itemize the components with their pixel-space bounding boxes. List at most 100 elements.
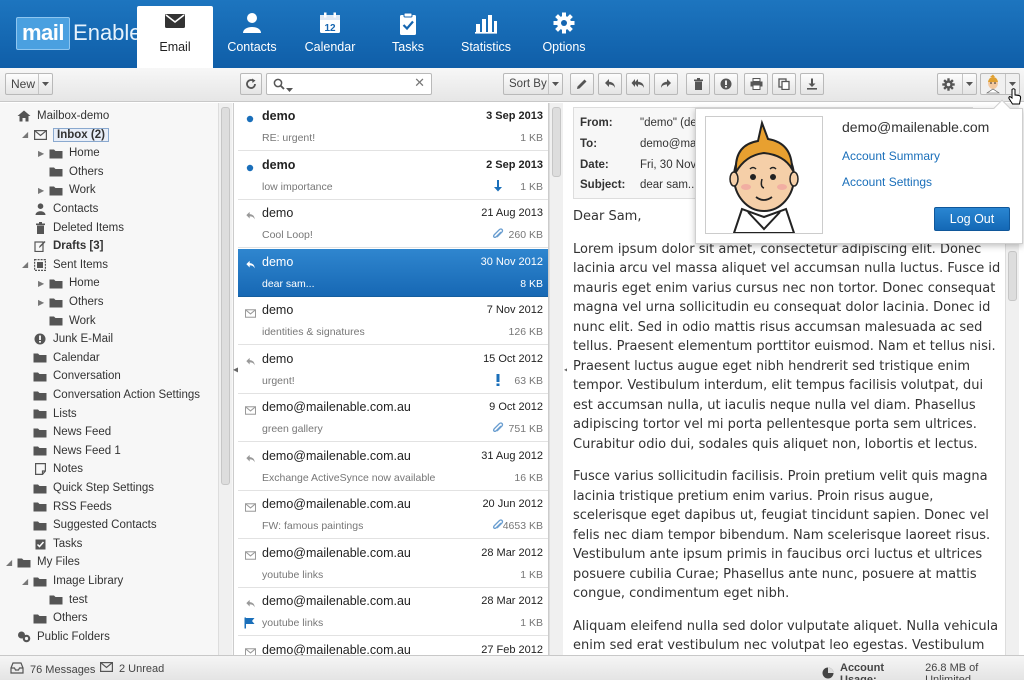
tree-collapsed-icon[interactable]: ▶	[38, 149, 48, 158]
folder-item[interactable]: Suggested Contacts	[22, 516, 157, 534]
message-row[interactable]: demo@mailenable.com.au 31 Aug 2012 Exchang…	[238, 443, 548, 491]
folder-item[interactable]: Drafts [3]	[22, 237, 103, 255]
folder-item[interactable]: Deleted Items	[22, 219, 124, 237]
message-row[interactable]: demo@mailenable.com.au 20 Jun 2012 FW: fam…	[238, 491, 548, 539]
message-row[interactable]: demo@mailenable.com.au 9 Oct 2012 green ga…	[238, 394, 548, 442]
reply-all-button[interactable]	[626, 73, 650, 95]
folder-scrollbar[interactable]	[218, 103, 232, 655]
to-value[interactable]: demo@mai	[640, 138, 699, 156]
settings-dropdown-icon[interactable]	[962, 74, 976, 94]
folder-item[interactable]: Junk E-Mail	[22, 330, 113, 348]
folder-item[interactable]: Conversation Action Settings	[22, 386, 200, 404]
copy-button[interactable]	[772, 73, 796, 95]
folder-item[interactable]: ◢ My Files	[6, 553, 80, 571]
tab-email[interactable]: Email	[137, 6, 213, 68]
folder-item[interactable]: ▶ Work	[38, 181, 96, 199]
paperclip-icon	[491, 518, 505, 532]
folder-item[interactable]: RSS Feeds	[22, 498, 112, 516]
folder-item-label: Contacts	[53, 203, 99, 215]
folder-item[interactable]: Mailbox-demo	[6, 107, 109, 125]
tab-statistics[interactable]: Statistics	[448, 6, 524, 68]
tab-tasks-label: Tasks	[392, 40, 424, 54]
message-row[interactable]: demo 7 Nov 2012 identities & signatures 126…	[238, 297, 548, 345]
message-list-scrollbar-thumb[interactable]	[552, 107, 561, 177]
folder-item[interactable]: Calendar	[22, 349, 100, 367]
folder-item[interactable]: ◢ Sent Items	[22, 256, 108, 274]
message-from: demo@mailenable.com.au	[262, 594, 411, 608]
message-paragraph-2: Fusce varius sollicitudin facilisis. Pro…	[573, 469, 991, 601]
folder-item[interactable]: Contacts	[22, 200, 98, 218]
reading-pane-scrollbar-thumb[interactable]	[1008, 251, 1017, 301]
forward-button[interactable]	[654, 73, 678, 95]
folder-item[interactable]: ◢ Image Library	[22, 572, 123, 590]
folder-item[interactable]: Public Folders	[6, 628, 110, 646]
replied-arrow-icon	[244, 453, 256, 465]
delete-button[interactable]	[686, 73, 710, 95]
exclamation-icon	[491, 373, 505, 387]
account-settings-link[interactable]: Account Settings	[842, 175, 932, 189]
print-button[interactable]	[744, 73, 768, 95]
search-options-chevron-down-icon[interactable]	[286, 82, 293, 95]
message-from: demo	[262, 351, 294, 366]
folder-item[interactable]: News Feed	[22, 423, 111, 441]
new-dropdown-icon[interactable]	[38, 74, 52, 94]
folder-item[interactable]: Quick Step Settings	[22, 479, 154, 497]
folder-item[interactable]: News Feed 1	[22, 442, 121, 460]
folder-item[interactable]: Work	[38, 312, 96, 330]
mailenable-logo[interactable]: mail Enable	[16, 16, 142, 50]
download-button[interactable]	[800, 73, 824, 95]
account-summary-link[interactable]: Account Summary	[842, 149, 940, 163]
message-subject: urgent!	[262, 374, 295, 387]
tree-expanded-icon[interactable]: ◢	[22, 260, 32, 269]
tab-calendar[interactable]: 12 Calendar	[292, 6, 368, 68]
unread-count-text: 2 Unread	[119, 662, 165, 675]
folder-scrollbar-thumb[interactable]	[221, 107, 230, 485]
folder-item[interactable]: Others	[22, 609, 88, 627]
message-row[interactable]: demo 15 Oct 2012 urgent! 63 KB	[238, 346, 548, 394]
tab-contacts[interactable]: Contacts	[214, 6, 290, 68]
edit-button[interactable]	[570, 73, 594, 95]
settings-menu-button[interactable]	[937, 73, 977, 95]
search-icon[interactable]	[273, 78, 285, 93]
tree-expanded-icon[interactable]: ◢	[6, 558, 16, 567]
message-row[interactable]: demo 21 Aug 2013 Cool Loop! 260 KB	[238, 200, 548, 248]
message-list-scrollbar[interactable]	[549, 103, 563, 655]
message-row[interactable]: demo 3 Sep 2013 RE: urgent! 1 KB	[238, 103, 548, 151]
tab-options[interactable]: Options	[526, 6, 602, 68]
folder-item[interactable]: Notes	[22, 460, 83, 478]
reply-button[interactable]	[598, 73, 622, 95]
message-row[interactable]: demo 2 Sep 2013 low importance 1 KB	[238, 152, 548, 200]
search-input[interactable]	[297, 76, 409, 92]
folder-item[interactable]: ▶ Home	[38, 274, 100, 292]
home-icon	[16, 109, 32, 123]
clear-search-icon[interactable]: ✕	[414, 77, 425, 91]
folder-item[interactable]: Lists	[22, 405, 77, 423]
message-row[interactable]: demo 30 Nov 2012 dear sam... 8 KB	[238, 248, 548, 297]
message-row[interactable]: demo@mailenable.com.au 28 Mar 2012 youtube…	[238, 588, 548, 636]
tree-collapsed-icon[interactable]: ▶	[38, 279, 48, 288]
folder-item[interactable]: Others	[38, 163, 104, 181]
folder-tree: Mailbox-demo ◢ Inbox (2) ▶ Home Others ▶ Work Co…	[0, 103, 234, 655]
sort-dropdown-icon[interactable]	[548, 74, 562, 94]
message-from: demo@mailenable.com.au	[262, 400, 411, 414]
message-row[interactable]: demo@mailenable.com.au 27 Feb 2012	[238, 637, 548, 655]
tree-collapsed-icon[interactable]: ▶	[38, 186, 48, 195]
tree-expanded-icon[interactable]: ◢	[22, 577, 32, 586]
refresh-button[interactable]	[240, 73, 262, 95]
tree-expanded-icon[interactable]: ◢	[22, 130, 32, 139]
tree-collapsed-icon[interactable]: ▶	[38, 298, 48, 307]
new-button[interactable]: New	[5, 73, 53, 95]
folder-item[interactable]: ▶ Home	[38, 144, 100, 162]
folder-item[interactable]: Tasks	[22, 535, 82, 553]
from-value[interactable]: "demo" (de	[640, 117, 697, 135]
folder-item[interactable]: test	[38, 591, 88, 609]
log-out-button[interactable]: Log Out	[934, 207, 1010, 231]
mark-important-button[interactable]	[714, 73, 738, 95]
followup-flag-icon[interactable]	[244, 617, 256, 629]
folder-item[interactable]: Conversation	[22, 367, 121, 385]
folder-item[interactable]: ▶ Others	[38, 293, 104, 311]
message-row[interactable]: demo@mailenable.com.au 28 Mar 2012 youtube…	[238, 540, 548, 588]
folder-item[interactable]: ◢ Inbox (2)	[22, 126, 109, 144]
sort-by-button[interactable]: Sort By	[503, 73, 563, 95]
tab-tasks[interactable]: Tasks	[370, 6, 446, 68]
